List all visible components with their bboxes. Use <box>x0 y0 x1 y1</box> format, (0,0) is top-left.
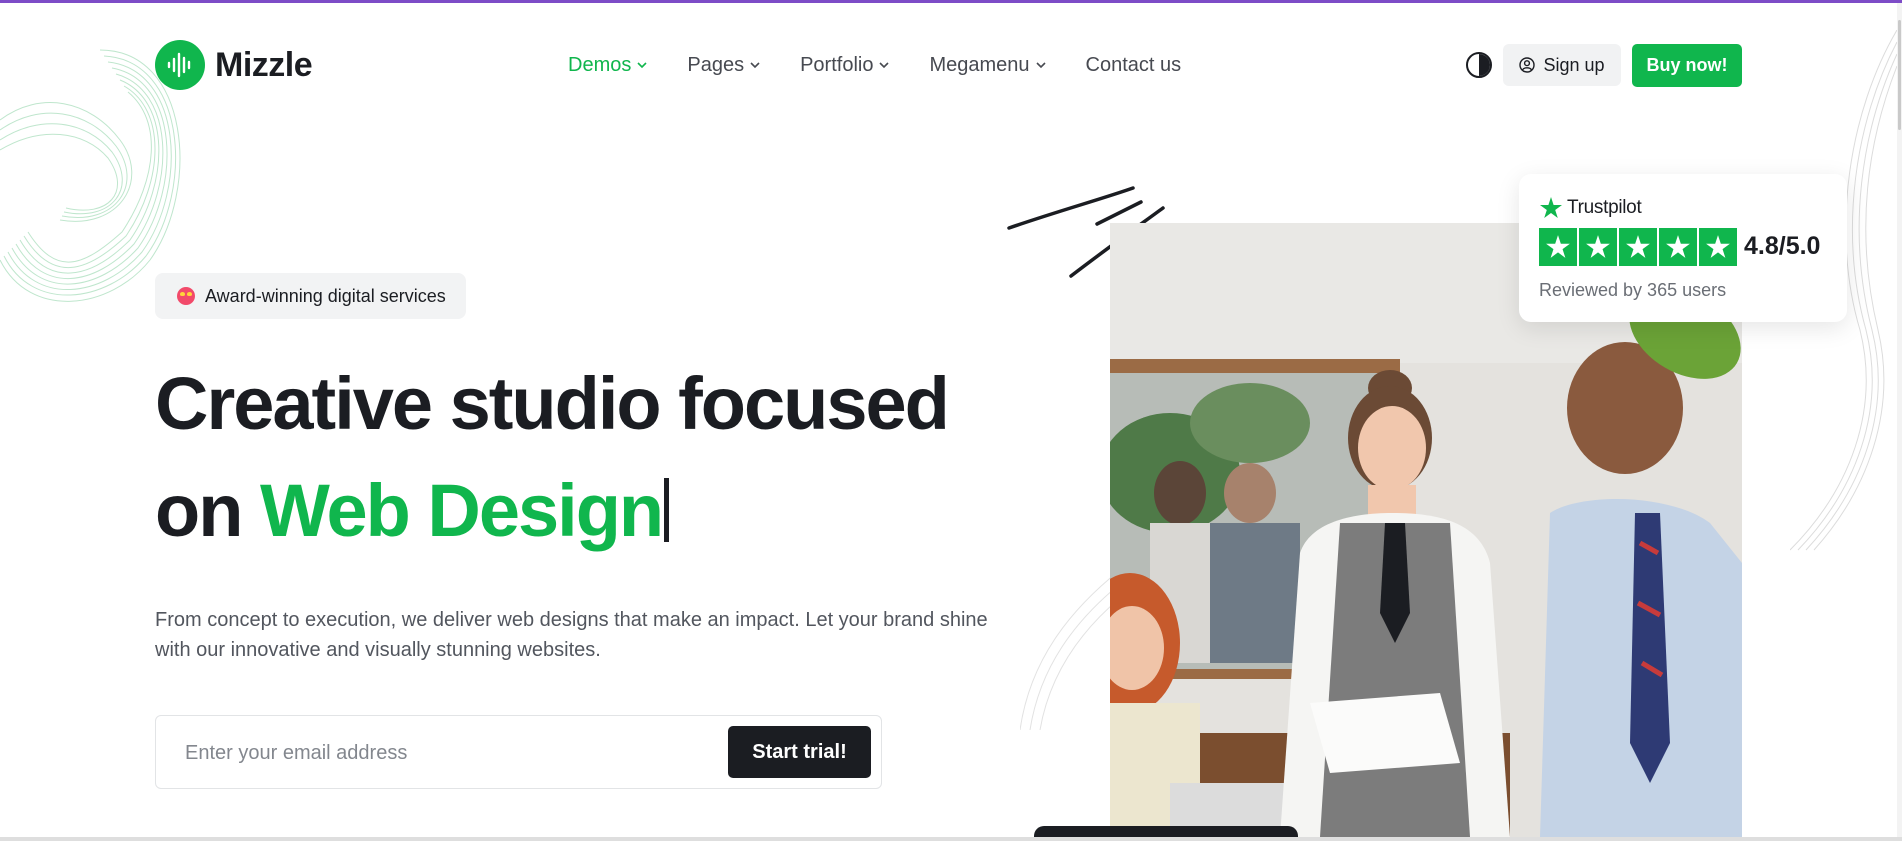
start-trial-button[interactable]: Start trial! <box>728 726 871 778</box>
award-badge-text: Award-winning digital services <box>205 285 446 306</box>
sign-up-button[interactable]: Sign up <box>1503 44 1621 86</box>
trustpilot-brand-label: Trustpilot <box>1567 197 1642 218</box>
email-input[interactable] <box>185 733 685 773</box>
nav-item-label: Portfolio <box>800 53 874 76</box>
star-icon <box>1579 228 1617 266</box>
star-icon <box>1619 228 1657 266</box>
nav-item-pages[interactable]: Pages <box>687 54 760 77</box>
typing-caret <box>664 478 670 542</box>
nav-item-label: Pages <box>687 53 745 76</box>
brand-name: Mizzle <box>215 45 313 84</box>
chevron-down-icon <box>750 62 760 69</box>
star-icon <box>1699 228 1737 266</box>
trustpilot-brand: Trustpilot <box>1539 196 1642 220</box>
chevron-down-icon <box>879 62 890 69</box>
nav-item-label: Megamenu <box>929 53 1030 76</box>
soundwave-icon <box>155 40 205 90</box>
headline-line-1: Creative studio focused <box>155 362 950 445</box>
award-badge: Award-winning digital services <box>155 273 466 319</box>
nav-item-label: Demos <box>568 53 632 76</box>
hero-headline: Creative studio focused on Web Design <box>155 350 950 564</box>
sign-up-label: Sign up <box>1543 54 1605 75</box>
nav-item-demos[interactable]: Demos <box>568 54 647 77</box>
nav-item-portfolio[interactable]: Portfolio <box>800 53 890 77</box>
star-icon <box>1539 228 1577 266</box>
nav-item-contact-us[interactable]: Contact us <box>1086 54 1182 77</box>
trustpilot-star-icon <box>1540 197 1562 218</box>
star-icon <box>1659 228 1697 266</box>
decorative-wave-lines-bottom <box>1020 570 1120 730</box>
rating-score: 4.8/5.0 <box>1744 232 1821 260</box>
trustpilot-rating-card: Trustpilot 4.8/5.0 Reviewed by 365 users <box>1519 174 1847 322</box>
brand-logo[interactable]: Mizzle <box>155 40 313 90</box>
buy-now-button[interactable]: Buy now! <box>1632 44 1742 87</box>
email-signup-form: Start trial! <box>155 715 882 789</box>
hero-description: From concept to execution, we deliver we… <box>155 609 988 661</box>
headline-highlight: Web Design <box>259 469 664 552</box>
headline-prefix: on <box>155 469 243 552</box>
rating-stars <box>1539 228 1737 266</box>
nav-item-megamenu[interactable]: Megamenu <box>929 53 1046 77</box>
star-struck-emoji-icon <box>177 287 195 305</box>
chevron-down-icon <box>637 62 647 69</box>
review-count: Reviewed by 365 users <box>1539 280 1727 300</box>
user-circle-icon <box>1519 57 1536 73</box>
window-bottom-edge <box>0 837 1902 841</box>
top-accent-line <box>0 0 1902 3</box>
main-nav: Demos Pages Portfolio Megamenu Contact u… <box>568 52 1181 78</box>
scrollbar-thumb[interactable] <box>1898 20 1901 130</box>
contrast-icon[interactable] <box>1466 52 1492 78</box>
chevron-down-icon <box>1035 62 1046 69</box>
nav-item-label: Contact us <box>1085 53 1182 76</box>
